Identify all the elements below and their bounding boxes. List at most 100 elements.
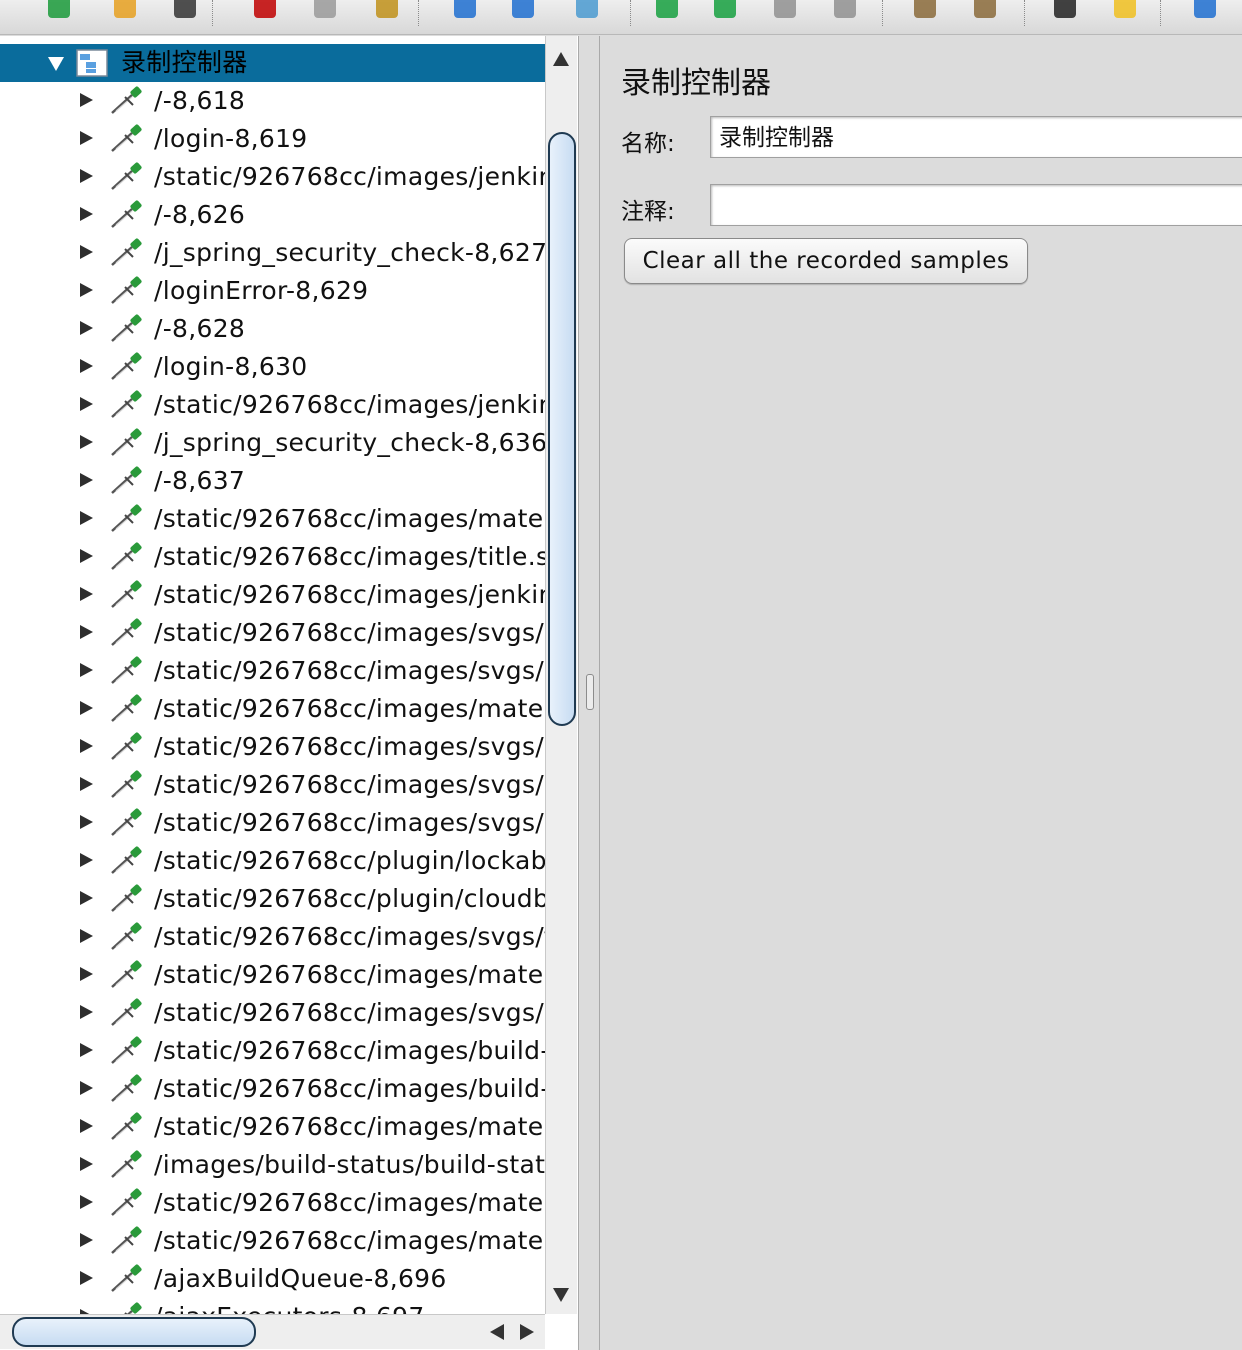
tree-item-http-sampler[interactable]: /static/926768cc/images/materia: [0, 690, 545, 728]
tree-item-http-sampler[interactable]: /static/926768cc/images/materia: [0, 956, 545, 994]
scroll-left-icon[interactable]: [490, 1324, 504, 1340]
clear-all-icon[interactable]: [968, 0, 1002, 22]
templates-icon[interactable]: [42, 0, 76, 22]
reset-search-icon[interactable]: [1108, 0, 1142, 22]
tree-item-http-sampler[interactable]: /ajaxBuildQueue-8,696: [0, 1260, 545, 1298]
tree-item-http-sampler[interactable]: /static/926768cc/images/materia: [0, 1108, 545, 1146]
expand-arrow-icon[interactable]: [80, 777, 93, 791]
name-field[interactable]: 录制控制器: [710, 116, 1242, 158]
tree-item-http-sampler[interactable]: /-8,637: [0, 462, 545, 500]
horizontal-scrollbar[interactable]: [0, 1314, 545, 1349]
clear-recorded-samples-button[interactable]: Clear all the recorded samples: [624, 238, 1028, 284]
tree-item-http-sampler[interactable]: /static/926768cc/images/title.svg: [0, 538, 545, 576]
save-icon[interactable]: [168, 0, 202, 22]
tree-item-http-sampler[interactable]: /login-8,619: [0, 120, 545, 158]
expand-arrow-icon[interactable]: [80, 1081, 93, 1095]
tree-item-http-sampler[interactable]: /static/926768cc/images/svgs/us: [0, 766, 545, 804]
scroll-up-icon[interactable]: [553, 52, 569, 66]
cut-icon[interactable]: [248, 0, 282, 22]
tree-item-http-sampler[interactable]: /static/926768cc/images/svgs/cl: [0, 994, 545, 1032]
shutdown-icon[interactable]: [828, 0, 862, 22]
vertical-scroll-thumb[interactable]: [548, 132, 576, 726]
tree-item-http-sampler[interactable]: /static/926768cc/images/materia: [0, 500, 545, 538]
tree-item-http-sampler[interactable]: /static/926768cc/images/materia: [0, 1222, 545, 1260]
search-icon[interactable]: [1048, 0, 1082, 22]
expand-arrow-icon[interactable]: [80, 739, 93, 753]
scroll-down-icon[interactable]: [553, 1288, 569, 1302]
expand-arrow-icon[interactable]: [80, 1195, 93, 1209]
tree-item-http-sampler[interactable]: /-8,618: [0, 82, 545, 120]
copy-icon[interactable]: [308, 0, 342, 22]
expand-arrow-icon[interactable]: [80, 435, 93, 449]
expand-arrow-icon[interactable]: [80, 1005, 93, 1019]
expand-arrow-icon[interactable]: [80, 93, 93, 107]
tree-item-label: /static/926768cc/images/svgs/us: [154, 770, 545, 799]
tree-item-http-sampler[interactable]: /j_spring_security_check-8,627: [0, 234, 545, 272]
horizontal-scroll-thumb[interactable]: [12, 1317, 256, 1347]
tree-item-http-sampler[interactable]: /j_spring_security_check-8,636: [0, 424, 545, 462]
tree-item-http-sampler[interactable]: /static/926768cc/images/svgs/ge: [0, 804, 545, 842]
expand-arrow-icon[interactable]: [80, 625, 93, 639]
expand-arrow-icon[interactable]: [80, 1271, 93, 1285]
start-icon[interactable]: [650, 0, 684, 22]
expand-arrow-icon[interactable]: [80, 1233, 93, 1247]
expand-arrow-icon[interactable]: [80, 929, 93, 943]
tree-item-http-sampler[interactable]: /static/926768cc/images/build-s: [0, 1070, 545, 1108]
tree-item-http-sampler[interactable]: /static/926768cc/images/jenkins: [0, 576, 545, 614]
tree-item-http-sampler[interactable]: /ajaxExecutors-8,697: [0, 1298, 545, 1314]
comment-field[interactable]: [710, 184, 1242, 226]
expand-arrow-icon[interactable]: [80, 473, 93, 487]
expand-arrow-icon[interactable]: [80, 815, 93, 829]
vertical-scrollbar[interactable]: [545, 36, 577, 1314]
expand-arrow-icon[interactable]: [80, 1157, 93, 1171]
clear-icon[interactable]: [908, 0, 942, 22]
tree-item-http-sampler[interactable]: /static/926768cc/plugin/lockable: [0, 842, 545, 880]
expand-arrow-icon[interactable]: [80, 853, 93, 867]
tree-item-http-sampler[interactable]: /static/926768cc/images/svgs/se: [0, 728, 545, 766]
tree-item-http-sampler[interactable]: /static/926768cc/images/jenkins: [0, 158, 545, 196]
tree-item-http-sampler[interactable]: /static/926768cc/plugin/cloudbe: [0, 880, 545, 918]
expand-icon[interactable]: [448, 0, 482, 22]
paste-icon[interactable]: [370, 0, 404, 22]
tree-item-http-sampler[interactable]: /static/926768cc/images/svgs/fir: [0, 918, 545, 956]
tree-item-http-sampler[interactable]: /-8,628: [0, 310, 545, 348]
expand-arrow-icon[interactable]: [80, 397, 93, 411]
tree-item-http-sampler[interactable]: /static/926768cc/images/svgs/nc: [0, 614, 545, 652]
expand-arrow-icon[interactable]: [80, 891, 93, 905]
expand-arrow-icon[interactable]: [80, 321, 93, 335]
expand-arrow-icon[interactable]: [80, 967, 93, 981]
expand-arrow-icon[interactable]: [80, 549, 93, 563]
expand-arrow-icon[interactable]: [80, 169, 93, 183]
tree-item-http-sampler[interactable]: /login-8,630: [0, 348, 545, 386]
expand-arrow-icon[interactable]: [48, 57, 64, 71]
tree-item-http-sampler[interactable]: /static/926768cc/images/materia: [0, 1184, 545, 1222]
expand-arrow-icon[interactable]: [80, 245, 93, 259]
expand-arrow-icon[interactable]: [80, 1119, 93, 1133]
expand-arrow-icon[interactable]: [80, 587, 93, 601]
expand-arrow-icon[interactable]: [80, 663, 93, 677]
stop-icon[interactable]: [768, 0, 802, 22]
tree-item-http-sampler[interactable]: /static/926768cc/images/build-s: [0, 1032, 545, 1070]
expand-arrow-icon[interactable]: [80, 1043, 93, 1057]
scroll-right-icon[interactable]: [520, 1324, 534, 1340]
tree-root-recording-controller[interactable]: 录制控制器: [0, 44, 545, 82]
open-icon[interactable]: [108, 0, 142, 22]
split-pane-divider[interactable]: [579, 36, 600, 1350]
divider-grip[interactable]: [586, 674, 594, 710]
tree-item-http-sampler[interactable]: /static/926768cc/images/svgs/ne: [0, 652, 545, 690]
tree-item-http-sampler[interactable]: /static/926768cc/images/jenkins: [0, 386, 545, 424]
expand-arrow-icon[interactable]: [80, 131, 93, 145]
tree-item-http-sampler[interactable]: /images/build-status/build-status: [0, 1146, 545, 1184]
expand-arrow-icon[interactable]: [80, 359, 93, 373]
tree-item-http-sampler[interactable]: /loginError-8,629: [0, 272, 545, 310]
tree-item-label: /static/926768cc/images/materia: [154, 1188, 545, 1217]
tree-item-http-sampler[interactable]: /-8,626: [0, 196, 545, 234]
collapse-icon[interactable]: [506, 0, 540, 22]
expand-arrow-icon[interactable]: [80, 207, 93, 221]
expand-arrow-icon[interactable]: [80, 283, 93, 297]
start-no-pause-icon[interactable]: [708, 0, 742, 22]
function-helper-icon[interactable]: [1188, 0, 1222, 22]
expand-arrow-icon[interactable]: [80, 701, 93, 715]
toggle-icon[interactable]: [570, 0, 604, 22]
expand-arrow-icon[interactable]: [80, 511, 93, 525]
